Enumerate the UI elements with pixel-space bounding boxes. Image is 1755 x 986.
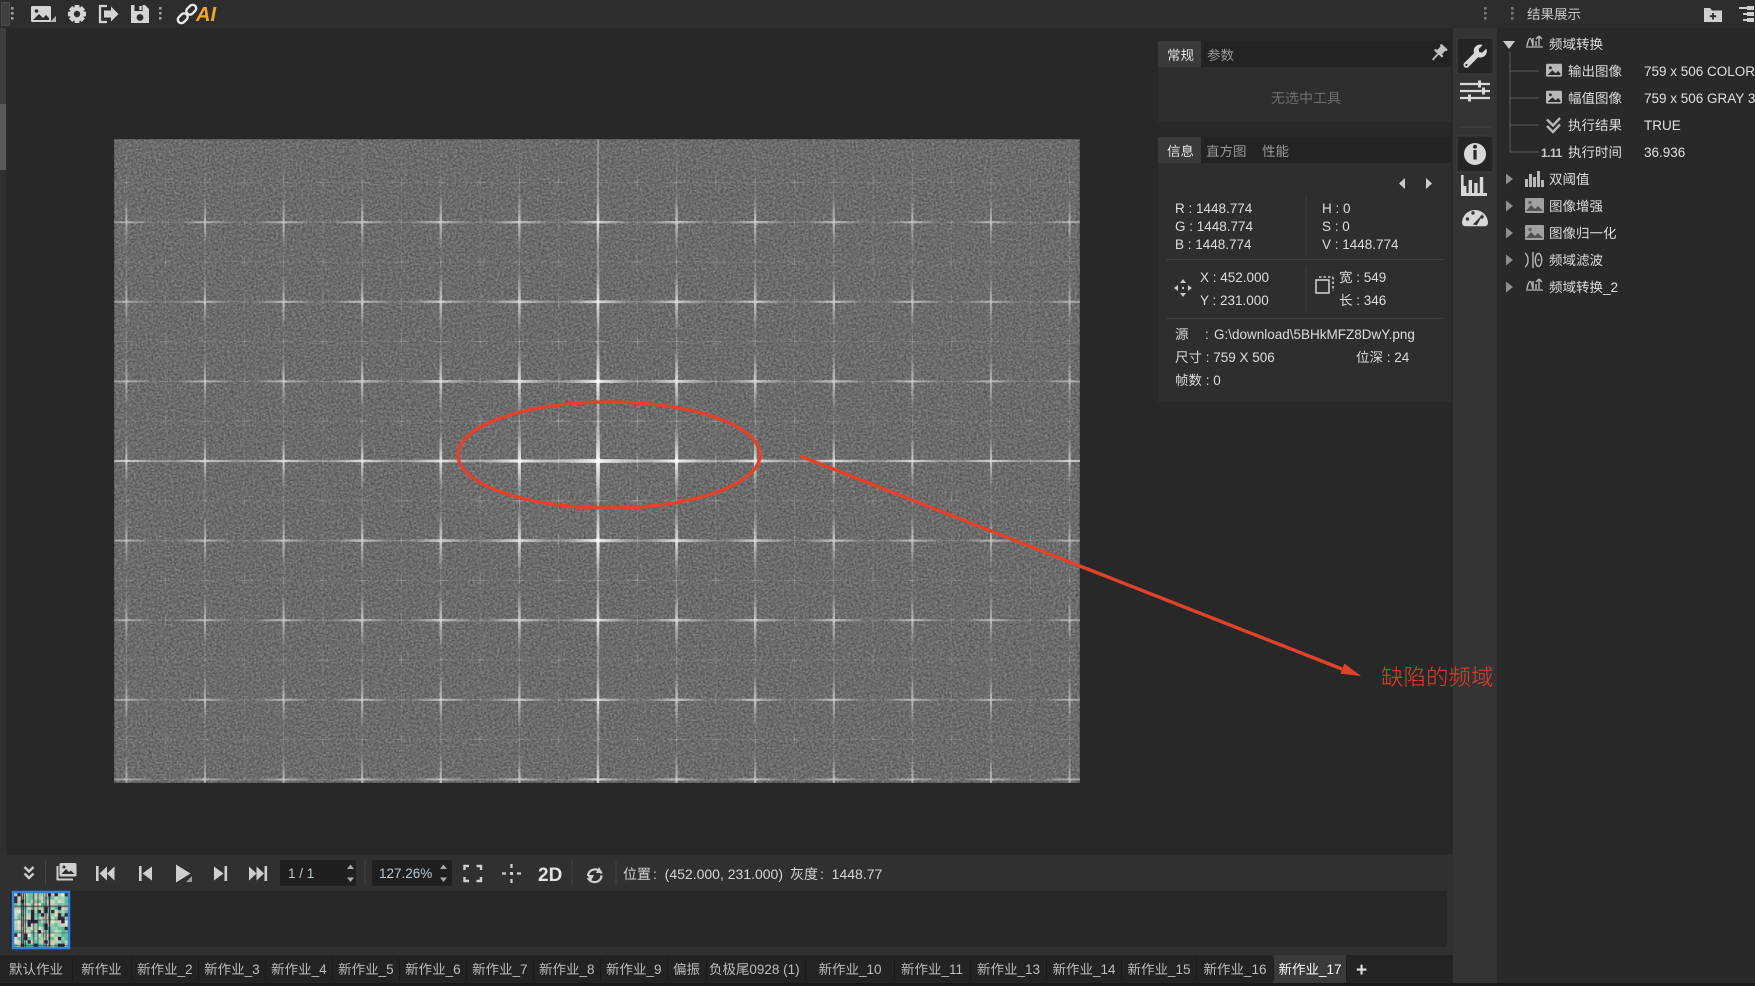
- svg-text:_6: _6: [445, 962, 461, 977]
- svg-text:2D: 2D: [538, 865, 562, 886]
- svg-text:_4: _4: [311, 962, 328, 977]
- svg-text:1 / 1: 1 / 1: [288, 866, 314, 881]
- svg-text:_11: _11: [941, 962, 964, 977]
- svg-text:_2: _2: [177, 962, 193, 977]
- svg-text:S : 0: S : 0: [1322, 219, 1350, 234]
- svg-text:127.26%: 127.26%: [379, 866, 432, 881]
- svg-text:Y : 231.000: Y : 231.000: [1200, 293, 1269, 308]
- svg-text:_3: _3: [244, 962, 260, 977]
- svg-text:: 759 X 506: : 759 X 506: [1202, 350, 1275, 365]
- svg-text:_15: _15: [1167, 962, 1191, 977]
- svg-text:_16: _16: [1243, 962, 1267, 977]
- svg-text:R : 1448.774: R : 1448.774: [1175, 201, 1253, 216]
- svg-text:_9: _9: [646, 962, 662, 977]
- svg-text::: :: [1205, 327, 1209, 342]
- svg-text:: (452.000, 231.000): : (452.000, 231.000): [653, 866, 783, 882]
- svg-text:: 1448.77: : 1448.77: [820, 866, 882, 882]
- svg-text:: 346: : 346: [1353, 293, 1387, 308]
- svg-text:B : 1448.774: B : 1448.774: [1175, 237, 1252, 252]
- svg-text:G : 1448.774: G : 1448.774: [1175, 219, 1254, 234]
- svg-text:: 0: : 0: [1202, 373, 1221, 388]
- svg-text:H : 0: H : 0: [1322, 201, 1351, 216]
- svg-text:: 24: : 24: [1383, 350, 1410, 365]
- svg-text:_17: _17: [1318, 962, 1342, 977]
- svg-text:G:\download\5BHkMFZ8DwY.png: G:\download\5BHkMFZ8DwY.png: [1214, 327, 1415, 342]
- svg-text:: 549: : 549: [1353, 270, 1387, 285]
- svg-text:_7: _7: [512, 962, 528, 977]
- svg-text:_5: _5: [378, 962, 394, 977]
- svg-text:759 x 506 GRAY 32: 759 x 506 GRAY 32: [1644, 91, 1755, 106]
- svg-text:X : 452.000: X : 452.000: [1200, 270, 1269, 285]
- svg-text:_13: _13: [1017, 962, 1041, 977]
- svg-text:AI: AI: [195, 4, 216, 26]
- svg-text:759 x 506 COLOR 3: 759 x 506 COLOR 3: [1644, 64, 1755, 79]
- svg-text:V : 1448.774: V : 1448.774: [1322, 237, 1399, 252]
- svg-text:1.11: 1.11: [1541, 146, 1563, 160]
- svg-text:TRUE: TRUE: [1644, 118, 1681, 133]
- svg-text:_10: _10: [858, 962, 882, 977]
- svg-text:_2: _2: [1602, 280, 1618, 295]
- svg-text:+: +: [1356, 960, 1367, 981]
- svg-text:_8: _8: [579, 962, 595, 977]
- svg-text:_14: _14: [1092, 962, 1116, 977]
- svg-text:36.936: 36.936: [1644, 145, 1685, 160]
- svg-text:0928 (1): 0928 (1): [749, 962, 799, 977]
